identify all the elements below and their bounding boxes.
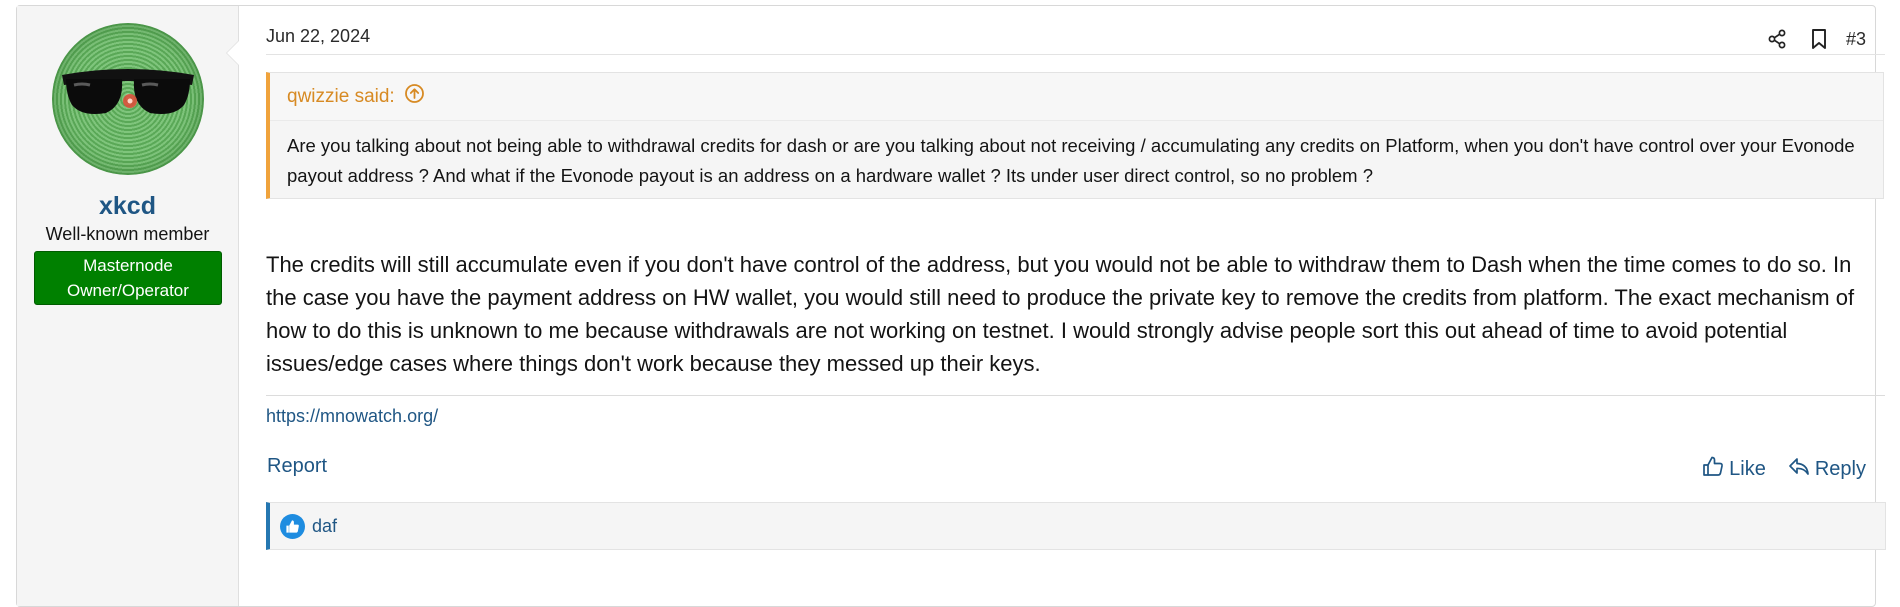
post-footer-actions: Like Reply	[1702, 455, 1866, 483]
quote-author[interactable]: qwizzie said:	[287, 86, 395, 108]
like-icon	[1702, 455, 1724, 483]
username[interactable]: xkcd	[17, 192, 238, 221]
post-main: Jun 22, 2024 #3 qwizzie said: Are you ta…	[256, 6, 1886, 606]
post-date[interactable]: Jun 22, 2024	[266, 26, 370, 47]
post-pointer-arrow	[226, 40, 239, 66]
arrow-up-circle-icon[interactable]	[395, 83, 425, 110]
quote-text: Are you talking about not being able to …	[270, 120, 1883, 191]
post-message: The credits will still accumulate even i…	[266, 252, 1855, 376]
reply-icon	[1788, 455, 1810, 483]
like-button[interactable]: Like	[1702, 455, 1766, 483]
like-label: Like	[1729, 457, 1766, 480]
signature-divider	[266, 395, 1885, 396]
signature-link[interactable]: https://mnowatch.org/	[266, 406, 438, 427]
post-header-actions: #3	[1756, 26, 1866, 52]
sunglasses-icon	[62, 69, 194, 114]
bookmark-icon[interactable]	[1798, 26, 1840, 52]
reaction-users[interactable]: daf	[312, 516, 337, 537]
thumbs-up-icon	[280, 513, 305, 539]
post-number[interactable]: #3	[1846, 29, 1866, 50]
user-info-column: xkcd Well-known member Masternode Owner/…	[17, 6, 239, 606]
forum-post: xkcd Well-known member Masternode Owner/…	[16, 5, 1886, 607]
avatar[interactable]	[52, 23, 204, 175]
report-button[interactable]: Report	[267, 455, 327, 478]
header-divider	[266, 54, 1885, 55]
share-icon[interactable]	[1756, 26, 1798, 52]
reactions-bar: daf	[266, 502, 1886, 550]
reply-button[interactable]: Reply	[1788, 455, 1866, 483]
reply-label: Reply	[1814, 457, 1866, 480]
user-title: Well-known member	[45, 224, 210, 244]
user-banner: Masternode Owner/Operator	[34, 251, 222, 305]
quote-header: qwizzie said:	[270, 73, 1883, 120]
quote-block: qwizzie said: Are you talking about not …	[266, 72, 1884, 199]
